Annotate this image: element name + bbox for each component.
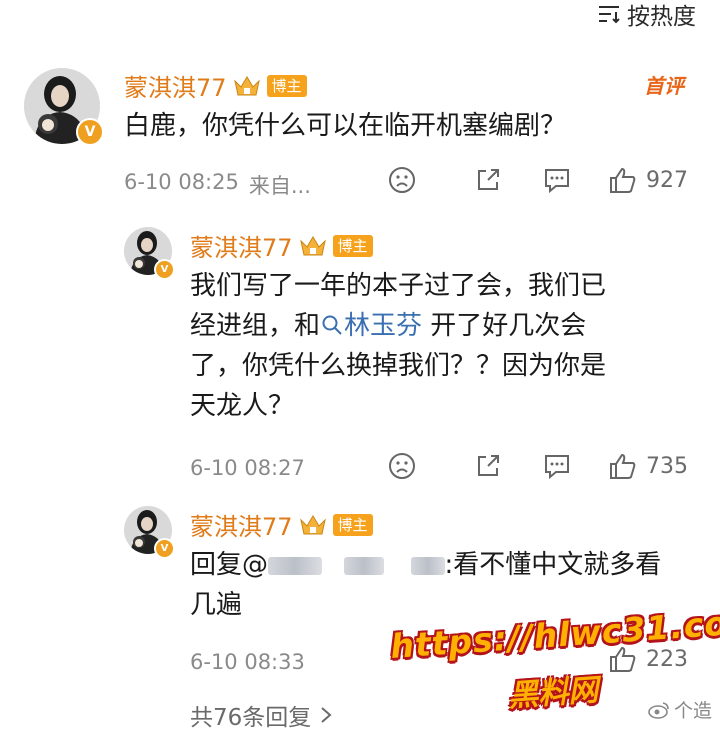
username[interactable]: 蒙淇淇77 [190, 507, 293, 542]
like-button[interactable]: 735 [608, 452, 688, 480]
crown-icon [233, 75, 260, 95]
watermark-name: 黑料网 [507, 672, 600, 715]
mention-text: 林玉芬 [344, 311, 423, 341]
corner-watermark: 个造 [648, 696, 712, 723]
sad-face-icon [389, 453, 415, 479]
reply-button[interactable] [542, 452, 572, 480]
comment-time: 6-10 08:33 [190, 650, 305, 674]
crown-icon [299, 235, 326, 255]
chevron-right-icon [321, 707, 332, 723]
username[interactable]: 蒙淇淇77 [190, 228, 293, 263]
verified-badge-icon: V [76, 118, 104, 146]
share-button[interactable] [474, 166, 502, 194]
like-count: 735 [646, 453, 688, 479]
weibo-logo-icon [648, 701, 669, 719]
corner-watermark-text: 个造 [673, 700, 712, 722]
blogger-badge: 博主 [266, 74, 307, 97]
view-more-replies-link[interactable]: 共76条回复 [190, 698, 333, 732]
comment-time: 6-10 08:27 [190, 456, 305, 480]
text-line: 回复@ :看不懂中文就多看 [190, 545, 700, 585]
text-line: 我们写了一年的本子过了会，我们已 [190, 271, 607, 301]
more-replies-label: 共76条回复 [190, 705, 312, 731]
comment-header: 蒙淇淇77 博主 [190, 507, 373, 542]
crown-icon [299, 514, 326, 534]
comment-text: 白鹿，你凭什么可以在临开机塞编剧？ [124, 111, 567, 141]
search-icon [322, 315, 342, 335]
username[interactable]: 蒙淇淇77 [124, 68, 227, 103]
verified-badge-icon: V [154, 538, 175, 559]
first-comment-tag: 首评 [644, 74, 684, 98]
verified-badge-icon: V [154, 259, 175, 280]
blogger-badge: 博主 [332, 234, 373, 257]
text-segment: 开了好几次会 [422, 311, 587, 341]
comment-header: 蒙淇淇77 博主 [190, 228, 373, 263]
sort-by-hot-button[interactable]: 按热度 [597, 0, 696, 30]
mention-link[interactable]: 林玉芬 [320, 311, 422, 341]
dislike-button[interactable] [388, 452, 416, 480]
share-button[interactable] [474, 452, 502, 480]
comment-source: 来自... [248, 174, 311, 198]
text-line: 经进组，和 林玉芬 开了好几次会 [190, 306, 690, 346]
text-line: 了，你凭什么换掉我们？？因为你是 [190, 351, 607, 381]
sad-face-icon [389, 167, 415, 193]
blogger-badge: 博主 [332, 513, 373, 536]
share-icon [478, 455, 499, 476]
blurred-username [268, 556, 323, 575]
comment-icon [545, 169, 569, 194]
share-icon [478, 169, 499, 190]
reply-button[interactable] [542, 166, 572, 194]
comment-time: 6-10 08:25 [124, 170, 239, 194]
reply-prefix: 回复@ [190, 550, 269, 580]
like-count: 223 [646, 646, 688, 672]
dislike-button[interactable] [388, 166, 416, 194]
sort-label: 按热度 [627, 4, 696, 30]
like-button[interactable]: 927 [608, 166, 688, 194]
blurred-username [344, 556, 385, 575]
comment-meta: 6-10 08:25 来自... [124, 170, 311, 200]
text-segment: 经进组，和 [190, 311, 321, 341]
comment-header: 蒙淇淇77 博主 [124, 68, 307, 103]
thumbs-up-icon [610, 167, 636, 193]
sort-icon [599, 6, 620, 24]
thumbs-up-icon [610, 453, 636, 479]
blurred-username [410, 556, 445, 575]
like-count: 927 [646, 167, 688, 193]
text-line: 天龙人？ [190, 391, 295, 421]
comment-icon [545, 455, 569, 480]
comment-text: 我们写了一年的本子过了会，我们已 经进组，和 林玉芬 开了好几次会 了，你凭什么换… [190, 266, 690, 426]
reply-text: :看不懂中文就多看 [444, 550, 662, 580]
